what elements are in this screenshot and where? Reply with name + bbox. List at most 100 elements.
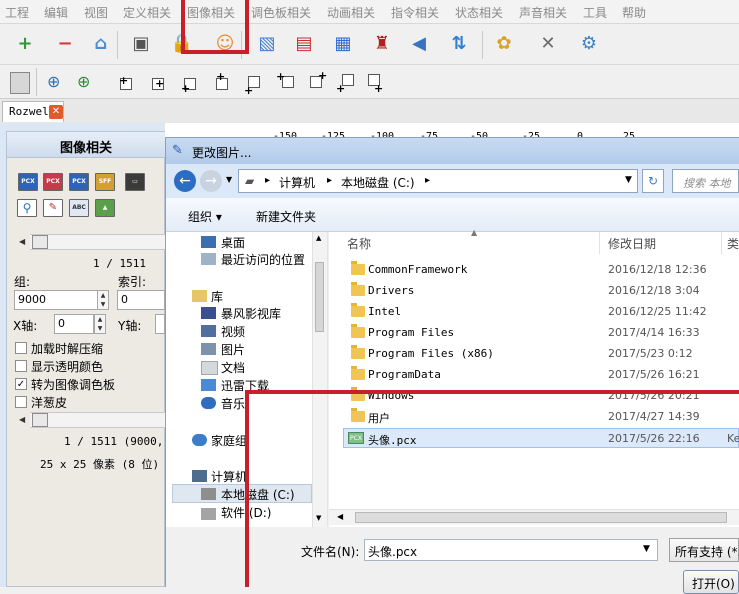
scroll-down-icon[interactable]: ▼ — [316, 514, 321, 522]
window-button[interactable]: ▦ — [328, 29, 358, 59]
close-icon[interactable]: ✕ — [49, 105, 63, 119]
pcx-save-icon[interactable]: PCX — [69, 173, 89, 191]
refresh-icon[interactable]: ↻ — [642, 169, 664, 193]
remove-button[interactable]: − — [50, 29, 80, 59]
image-slider-thumb[interactable] — [32, 235, 48, 249]
back-arrow-icon[interactable]: ← — [174, 170, 196, 192]
menu-palette[interactable]: 调色板相关 — [251, 4, 311, 21]
calculator-icon[interactable] — [10, 72, 30, 94]
nav-scrollbar[interactable]: ▲ ▼ — [312, 232, 327, 527]
file-row-selected[interactable]: PCX 头像.pcx 2017/5/26 22:16 Ke — [343, 428, 739, 448]
search-box[interactable]: 搜索 本地 — [672, 169, 739, 193]
checkbox-transparent[interactable] — [15, 360, 27, 372]
x-axis-spinner[interactable]: ▲ ▼ — [94, 314, 106, 334]
edit-image-icon[interactable]: ✎ — [43, 199, 63, 217]
open-button[interactable]: 打开(O) — [683, 570, 739, 594]
align-bottom-right-icon[interactable]: + — [366, 72, 388, 94]
film-button[interactable]: ▤ — [289, 29, 319, 59]
nav-homegroup[interactable]: 家庭组 — [211, 432, 247, 449]
frame-slider-thumb[interactable] — [32, 413, 48, 427]
pcx-icon[interactable]: PCX — [18, 173, 38, 191]
abc-icon[interactable]: ABC — [69, 199, 89, 217]
menu-project[interactable]: 工程 — [5, 4, 29, 21]
swap-button[interactable]: ⇅ — [444, 29, 474, 59]
align-right-icon[interactable]: + — [276, 71, 298, 94]
filename-input[interactable]: 头像.pcx ▼ — [364, 539, 658, 561]
frame-slider[interactable] — [30, 412, 165, 428]
checkbox-decompress[interactable] — [15, 342, 27, 354]
address-bar[interactable]: ▰ ▸ 计算机 ▸ 本地磁盘 (C:) ▸ ▼ — [238, 169, 638, 193]
nav-video-library[interactable]: 暴风影视库 — [221, 305, 281, 322]
menu-definition[interactable]: 定义相关 — [123, 4, 171, 21]
forward-arrow-icon[interactable]: → — [200, 170, 222, 192]
nav-library[interactable]: 库 — [211, 288, 223, 305]
file-row[interactable]: ProgramData 2017/5/26 16:21 — [343, 365, 739, 385]
image-slider[interactable] — [30, 234, 165, 250]
settings-windows-button[interactable]: ⚙ — [574, 29, 604, 59]
scroll-up-icon[interactable]: ▲ — [316, 234, 321, 242]
search-icon[interactable]: ⚲ — [17, 199, 37, 217]
checkbox-palette[interactable]: ✓ — [15, 378, 27, 390]
menu-image[interactable]: 图像相关 — [187, 4, 235, 21]
users-button[interactable]: ☺ — [210, 29, 240, 59]
column-name-header[interactable]: 名称 — [347, 235, 371, 252]
history-dropdown-icon[interactable]: ▼ — [226, 175, 232, 184]
address-dropdown-icon[interactable]: ▼ — [625, 175, 632, 185]
pcx-export-icon[interactable]: PCX — [43, 173, 63, 191]
nav-documents[interactable]: 文档 — [221, 359, 245, 376]
x-axis-input[interactable]: 0 — [54, 314, 94, 334]
nav-local-disk-c[interactable]: 本地磁盘 (C:) — [221, 486, 295, 503]
file-row[interactable]: CommonFramework 2016/12/18 12:36 — [343, 260, 739, 280]
zoom-in-icon[interactable]: ⊕ — [47, 72, 69, 94]
column-date-header[interactable]: 修改日期 — [608, 235, 656, 252]
scroll-left-icon[interactable]: ◀ — [337, 512, 343, 521]
slider2-left-arrow-icon[interactable]: ◀ — [19, 415, 25, 424]
column-type-header[interactable]: 类 — [727, 235, 739, 252]
file-row[interactable]: Program Files 2017/4/14 16:33 — [343, 323, 739, 343]
palette-button[interactable]: ✿ — [489, 29, 519, 59]
align-bottom-left-icon[interactable]: + — [306, 70, 328, 94]
align-left-icon[interactable]: + — [214, 71, 236, 94]
file-list-hscroll-thumb[interactable] — [355, 512, 727, 523]
dialog-titlebar[interactable]: ✎ 更改图片... — [166, 138, 739, 164]
save-button[interactable]: ▣ — [126, 29, 156, 59]
filename-dropdown-icon[interactable]: ▼ — [643, 544, 650, 554]
breadcrumb-local-disk[interactable]: 本地磁盘 (C:) — [341, 174, 415, 191]
align-bottom-icon[interactable]: + — [336, 72, 358, 94]
nav-videos[interactable]: 视频 — [221, 323, 245, 340]
y-axis-input[interactable] — [155, 314, 165, 334]
group-spinner[interactable]: ▲ ▼ — [97, 290, 109, 310]
open-button[interactable]: ⌂ — [86, 29, 116, 59]
menu-sound[interactable]: 声音相关 — [519, 4, 567, 21]
speaker-button[interactable]: ◀ — [404, 29, 434, 59]
align-top-left-icon[interactable]: + — [118, 72, 140, 94]
menu-command[interactable]: 指令相关 — [391, 4, 439, 21]
sff-icon[interactable]: SFF — [95, 173, 115, 191]
nav-desktop[interactable]: 桌面 — [221, 234, 245, 251]
document-tab[interactable]: Rozwel ✕ — [2, 101, 64, 122]
file-row[interactable]: Intel 2016/12/25 11:42 — [343, 302, 739, 322]
checkbox-onion-skin[interactable] — [15, 396, 27, 408]
monitor-icon[interactable]: ▭ — [125, 173, 145, 191]
group-input[interactable]: 9000 — [14, 290, 98, 310]
file-row[interactable]: 用户 2017/4/27 14:39 — [343, 407, 739, 427]
menu-state[interactable]: 状态相关 — [455, 4, 503, 21]
menu-help[interactable]: 帮助 — [622, 4, 646, 21]
nav-music[interactable]: 音乐 — [221, 395, 245, 412]
align-top-icon[interactable]: + — [150, 72, 172, 94]
joystick-button[interactable]: ♜ — [367, 29, 397, 59]
file-row[interactable]: Windows 2017/5/26 20:21 — [343, 386, 739, 406]
file-type-select[interactable]: 所有支持 (*. — [669, 538, 739, 562]
tools-button[interactable]: ✕ — [533, 29, 563, 59]
file-list-hscrollbar[interactable]: ◀ — [329, 509, 739, 525]
file-row[interactable]: Drivers 2016/12/18 3:04 — [343, 281, 739, 301]
menu-animation[interactable]: 动画相关 — [327, 4, 375, 21]
slider-left-arrow-icon[interactable]: ◀ — [19, 237, 25, 246]
breadcrumb-computer[interactable]: 计算机 — [279, 174, 315, 191]
menu-edit[interactable]: 编辑 — [44, 4, 68, 21]
menu-view[interactable]: 视图 — [84, 4, 108, 21]
align-center-icon[interactable]: + — [244, 72, 266, 96]
organize-button[interactable]: 组织 ▾ — [188, 208, 222, 225]
landscape-icon[interactable]: ▲ — [95, 199, 115, 217]
index-input[interactable]: 0 — [117, 290, 165, 310]
